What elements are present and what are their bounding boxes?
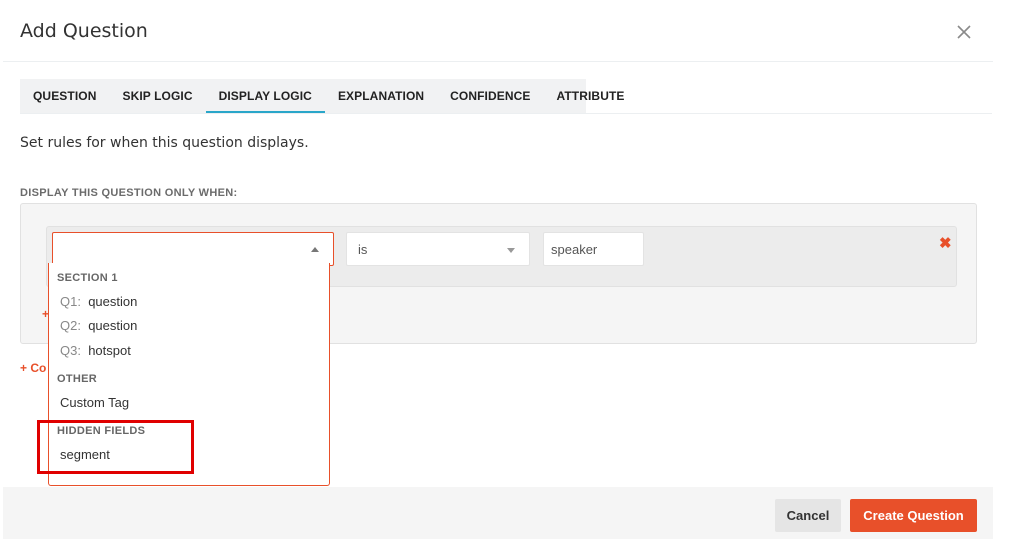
modal-title: Add Question	[20, 20, 148, 42]
dropdown-option-q1[interactable]: Q1: question	[60, 294, 137, 309]
tab-question[interactable]: QUESTION	[20, 79, 109, 113]
tab-divider	[20, 113, 992, 114]
option-text: segment	[60, 447, 110, 462]
question-select[interactable]	[52, 232, 334, 266]
question-dropdown-menu: SECTION 1 Q1: question Q2: question Q3: …	[48, 263, 330, 486]
display-condition-label: DISPLAY THIS QUESTION ONLY WHEN:	[20, 187, 238, 199]
caret-down-icon	[507, 248, 515, 253]
add-condition-link[interactable]: + Co	[20, 361, 46, 375]
option-number: Q2:	[60, 318, 81, 333]
cancel-button[interactable]: Cancel	[775, 499, 841, 532]
option-number: Q1:	[60, 294, 81, 309]
dropdown-group-label: HIDDEN FIELDS	[57, 425, 146, 437]
tab-bar: QUESTION SKIP LOGIC DISPLAY LOGIC EXPLAN…	[20, 79, 624, 113]
dropdown-group-label: OTHER	[57, 373, 97, 385]
option-text: hotspot	[88, 343, 131, 358]
add-question-modal: Add Question QUESTION SKIP LOGIC DISPLAY…	[3, 0, 993, 545]
rule-value-input[interactable]	[543, 232, 644, 266]
tab-attribute[interactable]: ATTRIBUTE	[544, 79, 638, 113]
dropdown-option-q3[interactable]: Q3: hotspot	[60, 343, 131, 358]
option-number: Q3:	[60, 343, 81, 358]
tab-display-logic[interactable]: DISPLAY LOGIC	[205, 79, 325, 113]
option-text: question	[88, 318, 138, 333]
tab-explanation[interactable]: EXPLANATION	[325, 79, 437, 113]
operator-select[interactable]: is	[346, 232, 530, 266]
create-question-button[interactable]: Create Question	[850, 499, 977, 532]
tab-skip-logic[interactable]: SKIP LOGIC	[109, 79, 205, 113]
dropdown-group-label: SECTION 1	[57, 272, 118, 284]
display-logic-description: Set rules for when this question display…	[20, 135, 309, 151]
tab-confidence[interactable]: CONFIDENCE	[437, 79, 543, 113]
dropdown-option-segment[interactable]: segment	[60, 447, 110, 462]
caret-up-icon	[311, 247, 319, 252]
remove-rule-icon[interactable]: ✖	[939, 234, 952, 252]
option-text: Custom Tag	[60, 395, 130, 410]
operator-value: is	[358, 242, 368, 257]
dropdown-option-custom-tag[interactable]: Custom Tag	[60, 395, 129, 410]
modal-header: Add Question	[3, 0, 993, 62]
option-text: question	[88, 294, 138, 309]
close-icon[interactable]	[954, 22, 974, 42]
dropdown-option-q2[interactable]: Q2: question	[60, 318, 137, 333]
modal-footer: Cancel Create Question	[3, 487, 993, 539]
